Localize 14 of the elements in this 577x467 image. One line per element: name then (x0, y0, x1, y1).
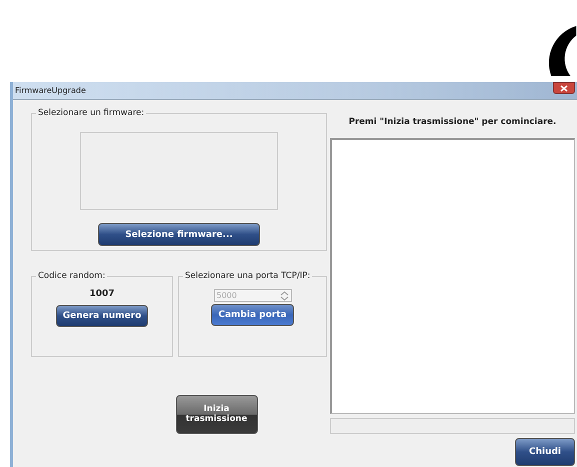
group-title: Codice random: (37, 271, 106, 281)
random-code: 1007 (89, 289, 115, 299)
close-icon (560, 84, 568, 92)
window-title: FirmwareUpgrade (14, 86, 86, 95)
group-title: Selezionare un firmware: (37, 108, 146, 118)
generate-button[interactable]: Genera numero (56, 305, 148, 327)
spinner-icon (280, 290, 288, 300)
select-firmware-button[interactable]: Selezione firmware... (98, 223, 260, 246)
close-dialog-button[interactable]: Chiudi (515, 438, 575, 466)
instruction-text: Premi "Inizia trasmissione" per cominciare. (348, 117, 558, 127)
group-title: Selezionare una porta TCP/IP: (184, 271, 312, 281)
change-port-button[interactable]: Cambia porta (211, 304, 294, 326)
close-button[interactable] (553, 82, 575, 94)
start-button[interactable]: Inizia trasmissione (176, 395, 258, 434)
